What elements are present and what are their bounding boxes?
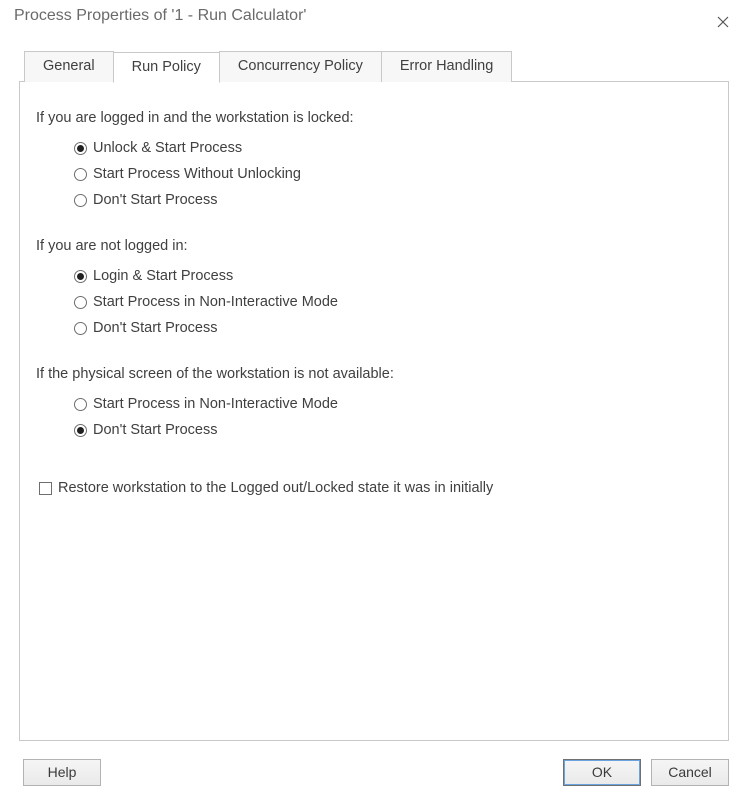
radio-noninteractive-start[interactable]: Start Process in Non-Interactive Mode: [74, 294, 712, 310]
radio-start-without-unlocking[interactable]: Start Process Without Unlocking: [74, 166, 712, 182]
tab-general[interactable]: General: [24, 51, 114, 82]
group-label-locked: If you are logged in and the workstation…: [36, 110, 712, 126]
radio-notlogged-dont-start[interactable]: Don't Start Process: [74, 320, 712, 336]
tab-bar: General Run Policy Concurrency Policy Er…: [24, 51, 748, 82]
radio-locked-dont-start[interactable]: Don't Start Process: [74, 192, 712, 208]
tab-panel: If you are logged in and the workstation…: [19, 81, 729, 741]
titlebar: Process Properties of '1 - Run Calculato…: [0, 0, 748, 38]
radio-icon: [74, 270, 87, 283]
group-options-not-logged-in: Login & Start Process Start Process in N…: [74, 268, 712, 336]
checkbox-icon: [39, 482, 52, 495]
tab-label: Error Handling: [400, 58, 494, 74]
group-label-not-logged-in: If you are not logged in:: [36, 238, 712, 254]
close-icon[interactable]: [708, 7, 738, 37]
tab-error-handling[interactable]: Error Handling: [381, 51, 513, 82]
radio-label: Start Process Without Unlocking: [93, 166, 301, 182]
button-label: Cancel: [668, 764, 712, 780]
dialog-window: Process Properties of '1 - Run Calculato…: [0, 0, 748, 801]
tab-run-policy[interactable]: Run Policy: [113, 52, 220, 83]
radio-label: Don't Start Process: [93, 192, 217, 208]
tab-concurrency-policy[interactable]: Concurrency Policy: [219, 51, 382, 82]
checkbox-label: Restore workstation to the Logged out/Lo…: [58, 480, 493, 496]
radio-icon: [74, 194, 87, 207]
radio-icon: [74, 142, 87, 155]
cancel-button[interactable]: Cancel: [651, 759, 729, 786]
radio-login-start[interactable]: Login & Start Process: [74, 268, 712, 284]
radio-icon: [74, 168, 87, 181]
group-options-no-screen: Start Process in Non-Interactive Mode Do…: [74, 396, 712, 438]
radio-label: Start Process in Non-Interactive Mode: [93, 396, 338, 412]
tab-label: Concurrency Policy: [238, 58, 363, 74]
group-label-no-screen: If the physical screen of the workstatio…: [36, 366, 712, 382]
radio-unlock-start[interactable]: Unlock & Start Process: [74, 140, 712, 156]
radio-label: Login & Start Process: [93, 268, 233, 284]
ok-button[interactable]: OK: [563, 759, 641, 786]
help-button[interactable]: Help: [23, 759, 101, 786]
radio-label: Start Process in Non-Interactive Mode: [93, 294, 338, 310]
radio-label: Unlock & Start Process: [93, 140, 242, 156]
window-title: Process Properties of '1 - Run Calculato…: [14, 7, 306, 25]
button-label: Help: [48, 764, 77, 780]
radio-label: Don't Start Process: [93, 320, 217, 336]
radio-icon: [74, 398, 87, 411]
restore-state-checkbox[interactable]: Restore workstation to the Logged out/Lo…: [39, 480, 712, 496]
radio-icon: [74, 322, 87, 335]
button-bar: Help OK Cancel: [0, 755, 748, 801]
tab-label: General: [43, 58, 95, 74]
radio-noscreen-noninteractive[interactable]: Start Process in Non-Interactive Mode: [74, 396, 712, 412]
radio-icon: [74, 296, 87, 309]
radio-noscreen-dont-start[interactable]: Don't Start Process: [74, 422, 712, 438]
radio-label: Don't Start Process: [93, 422, 217, 438]
button-label: OK: [592, 764, 612, 780]
tab-label: Run Policy: [132, 59, 201, 75]
radio-icon: [74, 424, 87, 437]
group-options-locked: Unlock & Start Process Start Process Wit…: [74, 140, 712, 208]
